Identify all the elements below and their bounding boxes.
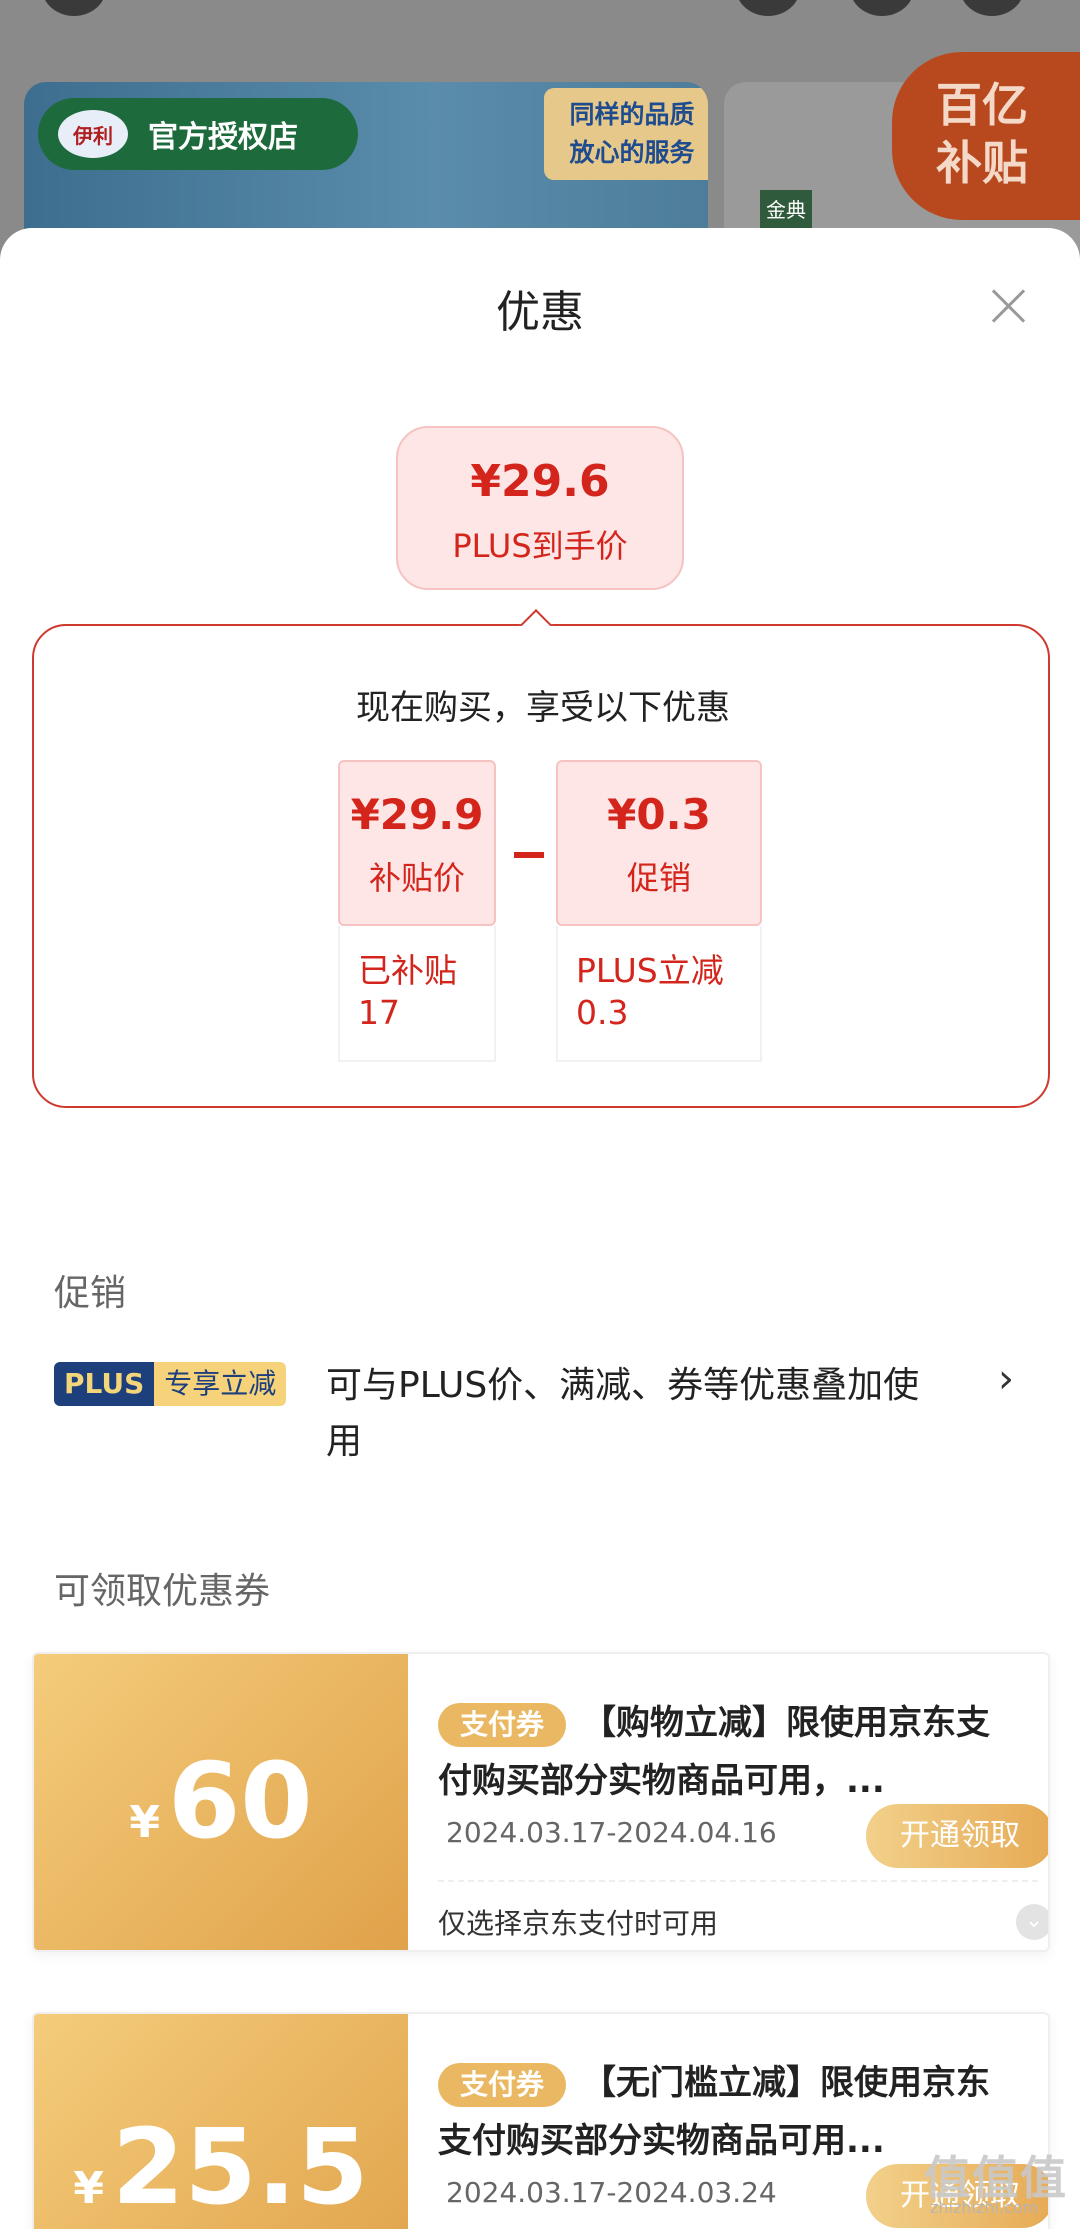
- coupon-card: ¥25.5 支付券 【无门槛立减】限使用京东支付购买部分实物商品可用... 202…: [32, 2012, 1050, 2229]
- coupon-section-title: 可领取优惠券: [54, 1571, 271, 1612]
- chevron-down-icon[interactable]: ⌄: [1016, 1904, 1048, 1940]
- final-price-label: PLUS到手价: [452, 527, 628, 565]
- promotion-detail: PLUS立减 0.3: [556, 926, 762, 1062]
- price-breakdown: 现在购买，享受以下优惠 ¥29.9 补贴价 已补贴 17 ¥0.3 促销 PLU…: [32, 624, 1050, 1108]
- promotion-card: ¥0.3 促销: [556, 760, 762, 926]
- coupon-card: ¥60 支付券 【购物立减】限使用京东支付购买部分实物商品可用，... 2024.…: [32, 1652, 1050, 1952]
- minus-operator: [514, 852, 544, 858]
- promotion-amount: ¥0.3: [607, 790, 711, 839]
- coupon-date: 2024.03.17-2024.04.16: [446, 1816, 777, 1849]
- promotion-block: ¥0.3 促销 PLUS立减 0.3: [556, 760, 762, 1062]
- sheet-title: 优惠: [496, 287, 584, 338]
- product-label: 金典: [760, 190, 812, 230]
- plus-tag-exclusive: 专享立减: [154, 1362, 287, 1406]
- coupon-amount-panel: ¥25.5: [34, 2014, 408, 2229]
- coupon-title: 支付券 【购物立减】限使用京东支付购买部分实物商品可用，...: [438, 1694, 1018, 1810]
- coupon-value: 60: [167, 1740, 313, 1862]
- cart-button-bg: [850, 0, 914, 16]
- coupon-currency: ¥: [73, 2163, 104, 2214]
- subsidy-detail-line-1: 已补贴: [358, 951, 457, 990]
- pointer-cover: [516, 626, 556, 632]
- coupon-currency: ¥: [129, 1797, 160, 1848]
- close-icon[interactable]: [986, 284, 1030, 328]
- subsidy-price-card: ¥29.9 补贴价: [338, 760, 496, 926]
- breakdown-title: 现在购买，享受以下优惠: [356, 688, 730, 728]
- subsidy-line-1: 百亿: [936, 78, 1028, 132]
- coupon-date: 2024.03.17-2024.03.24: [446, 2176, 777, 2209]
- subsidy-price-block: ¥29.9 补贴价 已补贴 17: [338, 760, 496, 1062]
- plus-tag-plus: PLUS: [54, 1362, 155, 1406]
- back-button-bg: [42, 0, 106, 16]
- brand-badge: 伊利 官方授权店: [38, 98, 358, 170]
- subsidy-price-detail: 已补贴 17: [338, 926, 496, 1062]
- plus-tag: PLUS 专享立减: [54, 1362, 287, 1406]
- coupon-info: 支付券 【购物立减】限使用京东支付购买部分实物商品可用，... 2024.03.1…: [438, 1654, 1048, 1950]
- promotion-detail-line-2: 0.3: [576, 993, 629, 1032]
- share-button-bg: [736, 0, 800, 16]
- promotion-label: 促销: [626, 859, 691, 897]
- slogan-line-2: 放心的服务: [569, 138, 695, 167]
- watermark-url: zhizhizhi.com: [930, 2198, 1039, 2217]
- subsidy-detail-line-2: 17: [358, 993, 400, 1032]
- more-button-bg: [960, 0, 1024, 16]
- subsidy-line-2: 补贴: [936, 136, 1028, 190]
- coupon-amount-panel: ¥60: [34, 1654, 408, 1950]
- coupon-tag: 支付券: [438, 1702, 567, 1747]
- coupon-tag: 支付券: [438, 2062, 567, 2107]
- promo-section-title: 促销: [54, 1273, 127, 1314]
- subsidy-price-amount: ¥29.9: [350, 790, 484, 839]
- final-price-box: ¥29.6 PLUS到手价: [396, 426, 684, 590]
- brand-store-label: 官方授权店: [148, 120, 298, 155]
- coupon-divider: [438, 1880, 1038, 1882]
- coupon-amount: ¥25.5: [34, 2106, 408, 2228]
- claim-coupon-button[interactable]: 开通领取: [866, 1804, 1048, 1868]
- coupon-note: 仅选择京东支付时可用: [438, 1907, 719, 1940]
- final-price: ¥29.6: [470, 456, 610, 507]
- subsidy-badge: 百亿 补贴: [892, 52, 1080, 220]
- slogan-badge: 同样的品质 放心的服务: [544, 88, 708, 180]
- brand-logo: 伊利: [58, 110, 128, 158]
- coupon-amount: ¥60: [34, 1740, 408, 1862]
- promotion-detail-line-1: PLUS立减: [576, 951, 724, 990]
- background-page: 伊利 官方授权店 同样的品质 放心的服务 金典 百亿 补贴: [0, 0, 1080, 262]
- slogan-line-1: 同样的品质: [569, 100, 695, 129]
- subsidy-price-label: 补贴价: [368, 859, 465, 897]
- discount-sheet: 优惠 ¥29.6 PLUS到手价 现在购买，享受以下优惠 ¥29.9 补贴价 已…: [0, 228, 1080, 2229]
- promo-description[interactable]: 可与PLUS价、满减、券等优惠叠加使用: [326, 1358, 946, 1470]
- coupon-value: 25.5: [112, 2106, 369, 2228]
- chevron-right-icon[interactable]: ›: [998, 1356, 1014, 1402]
